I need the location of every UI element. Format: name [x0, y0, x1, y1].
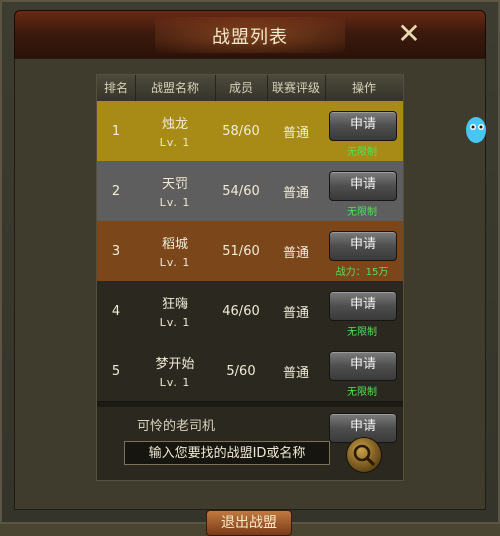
window-title: 战盟列表 [212, 27, 288, 48]
alliance-name: 稻城 [161, 237, 188, 252]
alliance-name: 烛龙 [161, 117, 188, 132]
alliance-name: 梦开始 [155, 357, 195, 372]
alliance-name: 可怜的老司机 [136, 419, 215, 434]
table-row: 3 稻城 Lv. 1 51/60 普通 申请 战力：15万 [97, 221, 403, 282]
members-cell: 51/60 [222, 243, 260, 259]
search-input[interactable]: 输入您要找的战盟ID或名称 [124, 441, 330, 465]
members-cell: 46/60 [222, 303, 260, 319]
alliance-name-cell: 狂嗨 Lv. 1 [135, 281, 215, 341]
requirement-text: 无限制 [347, 147, 377, 158]
apply-button[interactable]: 申请 [329, 291, 397, 321]
members-cell: 58/60 [222, 123, 260, 139]
members-cell: 54/60 [222, 183, 260, 199]
header-action: 操作 [351, 81, 376, 95]
apply-button[interactable]: 申请 [329, 231, 397, 261]
requirement-text: 无限制 [347, 387, 377, 398]
table-row: 1 烛龙 Lv. 1 58/60 普通 申请 无限制 [97, 101, 403, 162]
header-members: 成员 [215, 75, 268, 101]
table-row: 4 狂嗨 Lv. 1 46/60 普通 申请 无限制 [97, 281, 403, 342]
header-rating: 联赛评级 [267, 75, 326, 101]
alliance-level: Lv. 1 [159, 376, 191, 389]
alliance-list[interactable]: 排名 战盟名称 成员 联赛评级 操作 1 烛龙 Lv. 1 58/60 普通 申请 无限制 2… [96, 74, 404, 481]
alliance-level: Lv. 1 [159, 136, 191, 149]
members-cell: 5/60 [226, 363, 256, 379]
alliance-name-cell: 烛龙 Lv. 1 [135, 101, 215, 161]
alliance-name-cell: 稻城 Lv. 1 [135, 221, 215, 281]
header-name: 战盟名称 [135, 75, 216, 101]
rank-cell: 5 [111, 363, 121, 379]
apply-button[interactable]: 申请 [329, 111, 397, 141]
alliance-name-cell: 梦开始 Lv. 1 [135, 341, 215, 401]
quit-alliance-button[interactable]: 退出战盟 [206, 510, 292, 536]
rank-cell: 2 [111, 183, 121, 199]
apply-button[interactable]: 申请 [329, 351, 397, 381]
mascot-icon[interactable] [462, 112, 486, 146]
table-row: 2 天罚 Lv. 1 54/60 普通 申请 无限制 [97, 161, 403, 222]
close-icon[interactable]: ✕ [396, 20, 422, 48]
alliance-name: 狂嗨 [161, 297, 188, 312]
rank-cell: 1 [111, 123, 121, 139]
alliance-name-cell: 天罚 Lv. 1 [135, 161, 215, 221]
requirement-text: 无限制 [347, 207, 377, 218]
alliance-level: Lv. 1 [159, 196, 191, 209]
search-button[interactable] [346, 437, 382, 473]
apply-button[interactable]: 申请 [329, 171, 397, 201]
header-rank: 排名 [97, 75, 136, 101]
alliance-level: Lv. 1 [159, 316, 191, 329]
table-header: 排名 战盟名称 成员 联赛评级 操作 [97, 75, 403, 102]
alliance-level: Lv. 1 [159, 256, 191, 269]
requirement-text: 战力：15万 [335, 267, 389, 278]
alliance-name: 天罚 [161, 177, 188, 192]
rank-cell: 4 [111, 303, 121, 319]
rank-cell: 3 [111, 243, 121, 259]
requirement-text: 无限制 [347, 327, 377, 338]
magnifier-icon [353, 444, 375, 466]
table-row: 5 梦开始 Lv. 1 5/60 普通 申请 无限制 [97, 341, 403, 402]
